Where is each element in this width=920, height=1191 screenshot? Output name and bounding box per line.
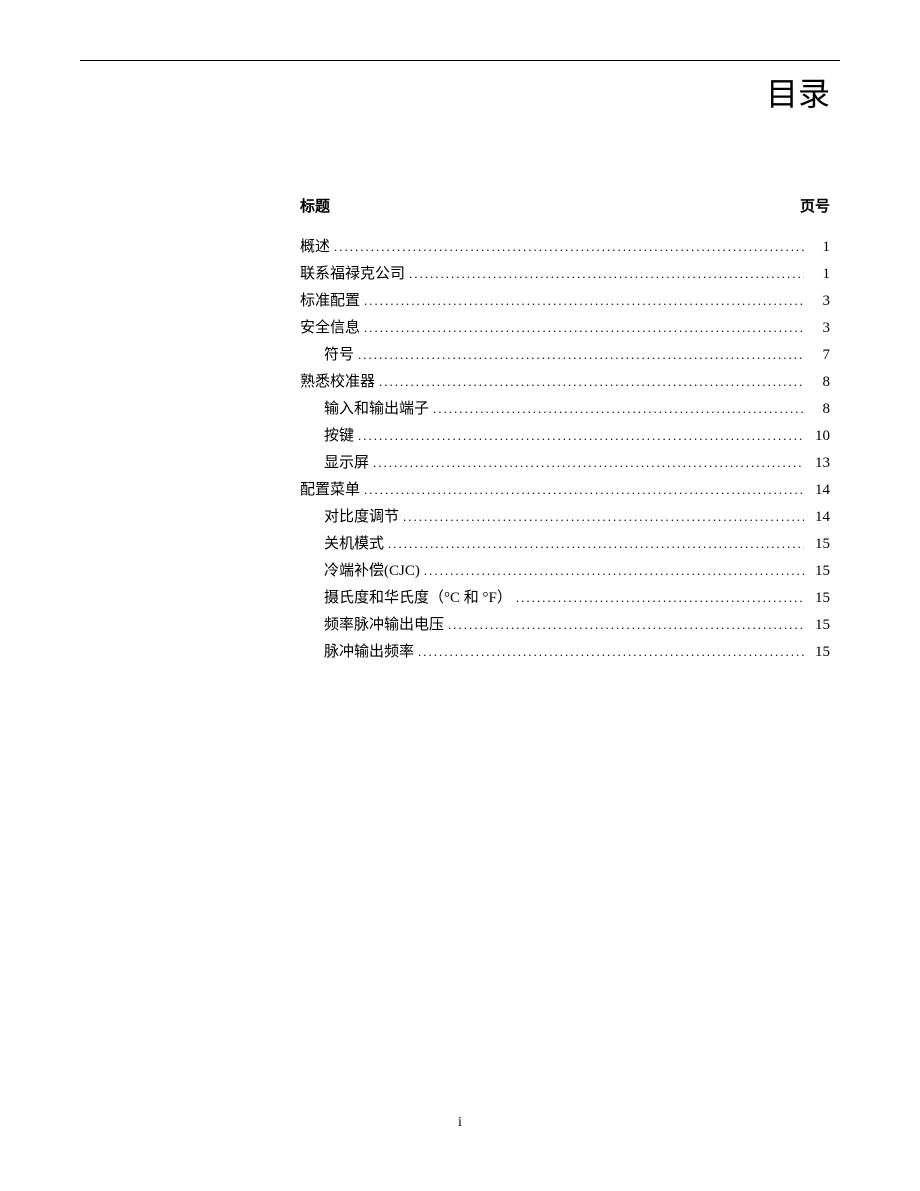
toc-entry-page: 7	[808, 342, 830, 369]
toc-header-page: 页号	[800, 195, 830, 216]
toc-leader-dots	[364, 288, 804, 315]
toc-entry-page: 15	[808, 531, 830, 558]
top-rule	[80, 60, 840, 61]
toc-entry-title: 输入和输出端子	[324, 396, 429, 423]
toc-entry: 冷端补偿(CJC) 15	[300, 558, 830, 585]
toc-entry: 概述 1	[300, 234, 830, 261]
toc-leader-dots	[379, 369, 804, 396]
toc-leader-dots	[334, 234, 804, 261]
toc-entry-page: 3	[808, 288, 830, 315]
toc-entry: 显示屏 13	[300, 450, 830, 477]
toc-leader-dots	[418, 639, 804, 666]
toc-entry-title: 关机模式	[324, 531, 384, 558]
toc-leader-dots	[388, 531, 804, 558]
toc-entry-title: 对比度调节	[324, 504, 399, 531]
toc-leader-dots	[364, 477, 804, 504]
toc-entry: 标准配置 3	[300, 288, 830, 315]
footer-page-number: i	[0, 1115, 920, 1131]
toc-entry-title: 熟悉校准器	[300, 369, 375, 396]
toc-entry: 摄氏度和华氏度（°C 和 °F） 15	[300, 585, 830, 612]
toc-leader-dots	[433, 396, 804, 423]
page-title: 目录	[80, 69, 840, 115]
toc-body: 概述1联系福禄克公司1标准配置3安全信息3符号7熟悉校准器8输入和输出端子8按键…	[300, 234, 830, 666]
toc-leader-dots	[424, 558, 804, 585]
toc-leader-dots	[403, 504, 804, 531]
toc-entry-page: 10	[808, 423, 830, 450]
toc-entry-title: 配置菜单	[300, 477, 360, 504]
toc-entry-page: 1	[808, 261, 830, 288]
toc-entry-page: 15	[808, 558, 830, 585]
toc-entry-page: 1	[808, 234, 830, 261]
toc-entry: 关机模式 15	[300, 531, 830, 558]
toc-entry-title: 概述	[300, 234, 330, 261]
toc-entry-page: 15	[808, 612, 830, 639]
toc-entry-title: 摄氏度和华氏度（°C 和 °F）	[324, 585, 512, 612]
toc-entry-page: 13	[808, 450, 830, 477]
toc-entry: 配置菜单 14	[300, 477, 830, 504]
toc-header-title: 标题	[300, 195, 330, 216]
toc-entry: 按键 10	[300, 423, 830, 450]
toc-leader-dots	[364, 315, 804, 342]
toc-entry: 安全信息 3	[300, 315, 830, 342]
toc-entry-page: 8	[808, 396, 830, 423]
toc-entry-page: 8	[808, 369, 830, 396]
toc-entry-title: 脉冲输出频率	[324, 639, 414, 666]
toc-entry-page: 15	[808, 639, 830, 666]
toc-entry-title: 频率脉冲输出电压	[324, 612, 444, 639]
toc-leader-dots	[358, 423, 804, 450]
toc-entry-title: 显示屏	[324, 450, 369, 477]
toc-leader-dots	[373, 450, 804, 477]
toc-entry-page: 14	[808, 504, 830, 531]
toc-entry: 联系福禄克公司 1	[300, 261, 830, 288]
toc-entry: 符号 7	[300, 342, 830, 369]
table-of-contents: 标题 页号 概述1联系福禄克公司1标准配置3安全信息3符号7熟悉校准器8输入和输…	[300, 195, 830, 666]
toc-entry-title: 标准配置	[300, 288, 360, 315]
toc-entry-page: 14	[808, 477, 830, 504]
toc-entry: 输入和输出端子 8	[300, 396, 830, 423]
toc-leader-dots	[409, 261, 804, 288]
toc-header: 标题 页号	[300, 195, 830, 216]
toc-entry: 脉冲输出频率 15	[300, 639, 830, 666]
toc-entry: 频率脉冲输出电压 15	[300, 612, 830, 639]
toc-entry-title: 冷端补偿(CJC)	[324, 558, 420, 585]
toc-entry-title: 按键	[324, 423, 354, 450]
toc-entry: 对比度调节 14	[300, 504, 830, 531]
toc-leader-dots	[516, 585, 804, 612]
toc-leader-dots	[448, 612, 804, 639]
toc-entry: 熟悉校准器 8	[300, 369, 830, 396]
toc-entry-title: 符号	[324, 342, 354, 369]
toc-entry-title: 联系福禄克公司	[300, 261, 405, 288]
page: 目录 标题 页号 概述1联系福禄克公司1标准配置3安全信息3符号7熟悉校准器8输…	[0, 0, 920, 1191]
toc-entry-page: 15	[808, 585, 830, 612]
toc-leader-dots	[358, 342, 804, 369]
toc-entry-title: 安全信息	[300, 315, 360, 342]
toc-entry-page: 3	[808, 315, 830, 342]
